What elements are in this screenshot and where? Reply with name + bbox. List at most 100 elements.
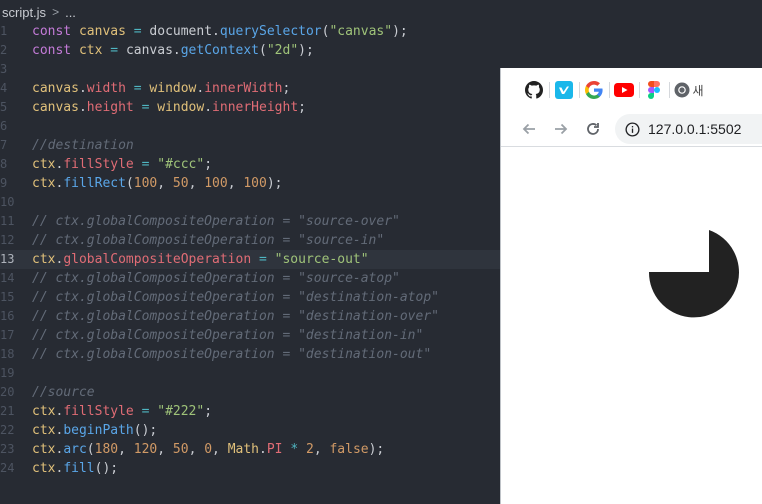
bookmark-youtube[interactable] xyxy=(609,68,639,112)
code-token: innerWidth xyxy=(204,81,283,96)
code-token: innerHeight xyxy=(212,100,299,115)
bookmark-chrome[interactable]: 새 xyxy=(669,68,709,112)
line-number: 19 xyxy=(0,366,15,380)
code-token: 120 xyxy=(133,442,158,457)
line-number: 4 xyxy=(0,81,8,95)
code-token: = xyxy=(102,43,126,58)
line-number: 22 xyxy=(0,423,15,437)
canvas-output xyxy=(648,230,739,318)
code-line[interactable]: 2 const ctx = canvas.getContext("2d"); xyxy=(0,41,762,60)
browser-window: 새 127.0.0.1:5502 xyxy=(500,68,762,504)
info-icon xyxy=(625,121,640,137)
code-token: ctx xyxy=(32,252,56,267)
code-token: // ctx.globalCompositeOperation = "sourc… xyxy=(32,214,400,229)
reload-button[interactable] xyxy=(577,112,609,146)
line-number: 11 xyxy=(0,214,15,228)
code-token: 100 xyxy=(243,176,267,191)
code-token: ( xyxy=(259,43,267,58)
code-token: 0 xyxy=(204,442,213,457)
line-code: ctx.fillStyle = "#ccc"; xyxy=(32,155,212,174)
code-token: querySelector xyxy=(219,24,322,39)
address-bar[interactable]: 127.0.0.1:5502 xyxy=(615,114,762,144)
code-token: * xyxy=(282,442,306,457)
chrome-icon xyxy=(674,82,690,98)
bookmark-google[interactable] xyxy=(579,68,609,112)
line-number: 3 xyxy=(0,62,8,76)
code-token: ctx xyxy=(78,43,103,58)
code-token: canvas. xyxy=(125,43,181,58)
line-code: //destination xyxy=(32,136,134,155)
line-number: 10 xyxy=(0,195,15,209)
code-token: fillStyle xyxy=(63,404,134,419)
code-token: ctx xyxy=(32,157,56,172)
code-token: "2d" xyxy=(266,43,299,58)
line-code: const canvas = document.querySelector("c… xyxy=(32,22,408,41)
url-text[interactable]: 127.0.0.1:5502 xyxy=(648,121,741,137)
bookmark-figma[interactable] xyxy=(639,68,669,112)
line-code: ctx.beginPath(); xyxy=(32,421,157,440)
code-token: , xyxy=(157,442,173,457)
code-token: ); xyxy=(392,24,408,39)
back-button[interactable] xyxy=(513,112,545,146)
code-token: ( xyxy=(125,176,134,191)
code-token: ctx xyxy=(32,404,56,419)
line-code: ctx.fill(); xyxy=(32,459,118,478)
bookmark-vimeo[interactable] xyxy=(549,68,579,112)
line-code: // ctx.globalCompositeOperation = "sourc… xyxy=(32,269,400,288)
code-token: = xyxy=(133,100,158,115)
code-token: . xyxy=(78,100,87,115)
line-number: 15 xyxy=(0,290,15,304)
source-out-shape xyxy=(648,230,739,318)
code-token: = xyxy=(133,404,158,419)
line-code: // ctx.globalCompositeOperation = "sourc… xyxy=(32,231,384,250)
bookmark-chrome-label: 새 xyxy=(692,83,704,98)
line-number: 7 xyxy=(0,138,8,152)
line-number: 13 xyxy=(0,252,15,266)
line-code: // ctx.globalCompositeOperation = "desti… xyxy=(32,288,439,307)
code-token: ; xyxy=(298,100,306,115)
code-token: // ctx.globalCompositeOperation = "desti… xyxy=(32,290,439,305)
code-token: beginPath xyxy=(63,423,134,438)
code-token: , xyxy=(313,442,330,457)
line-code: // ctx.globalCompositeOperation = "desti… xyxy=(32,326,423,345)
code-token: const xyxy=(32,43,79,58)
code-token: ); xyxy=(266,176,283,191)
code-token: canvas xyxy=(32,100,79,115)
code-token: , xyxy=(212,442,228,457)
code-token: 2 xyxy=(305,442,314,457)
code-token: = xyxy=(133,157,158,172)
code-token: false xyxy=(329,442,369,457)
code-token: // ctx.globalCompositeOperation = "sourc… xyxy=(32,233,385,248)
code-token: . xyxy=(78,81,87,96)
breadcrumb-file[interactable]: script.js xyxy=(0,5,46,20)
line-number: 2 xyxy=(0,43,8,57)
code-token: ctx xyxy=(32,461,56,476)
forward-button[interactable] xyxy=(545,112,577,146)
code-line[interactable]: 1 const canvas = document.querySelector("… xyxy=(0,22,762,41)
line-number: 20 xyxy=(0,385,15,399)
line-code: canvas.height = window.innerHeight; xyxy=(32,98,306,117)
code-token: . xyxy=(259,442,267,457)
code-token: const xyxy=(32,24,79,39)
youtube-icon xyxy=(614,83,634,97)
code-token: fill xyxy=(63,461,95,476)
code-token: ctx xyxy=(32,176,56,191)
code-token: , xyxy=(188,176,205,191)
code-token: //destination xyxy=(32,138,134,153)
breadcrumb-more[interactable]: ... xyxy=(65,5,76,20)
bookmark-github[interactable] xyxy=(519,68,549,112)
code-token: ( xyxy=(86,442,95,457)
code-token: = xyxy=(251,252,275,267)
code-token: document. xyxy=(149,24,220,39)
code-token: // ctx.globalCompositeOperation = "desti… xyxy=(32,309,439,324)
code-token: getContext xyxy=(180,43,260,58)
code-token: (); xyxy=(94,461,119,476)
code-token: 50 xyxy=(172,442,189,457)
code-line[interactable]: 13 ctx.globalCompositeOperation = "source… xyxy=(0,250,500,269)
breadcrumb: script.js > ... xyxy=(0,0,762,24)
line-number: 14 xyxy=(0,271,15,285)
line-code: // ctx.globalCompositeOperation = "desti… xyxy=(32,345,431,364)
code-token: , xyxy=(157,176,173,191)
code-token: ); xyxy=(368,442,385,457)
line-number: 23 xyxy=(0,442,15,456)
